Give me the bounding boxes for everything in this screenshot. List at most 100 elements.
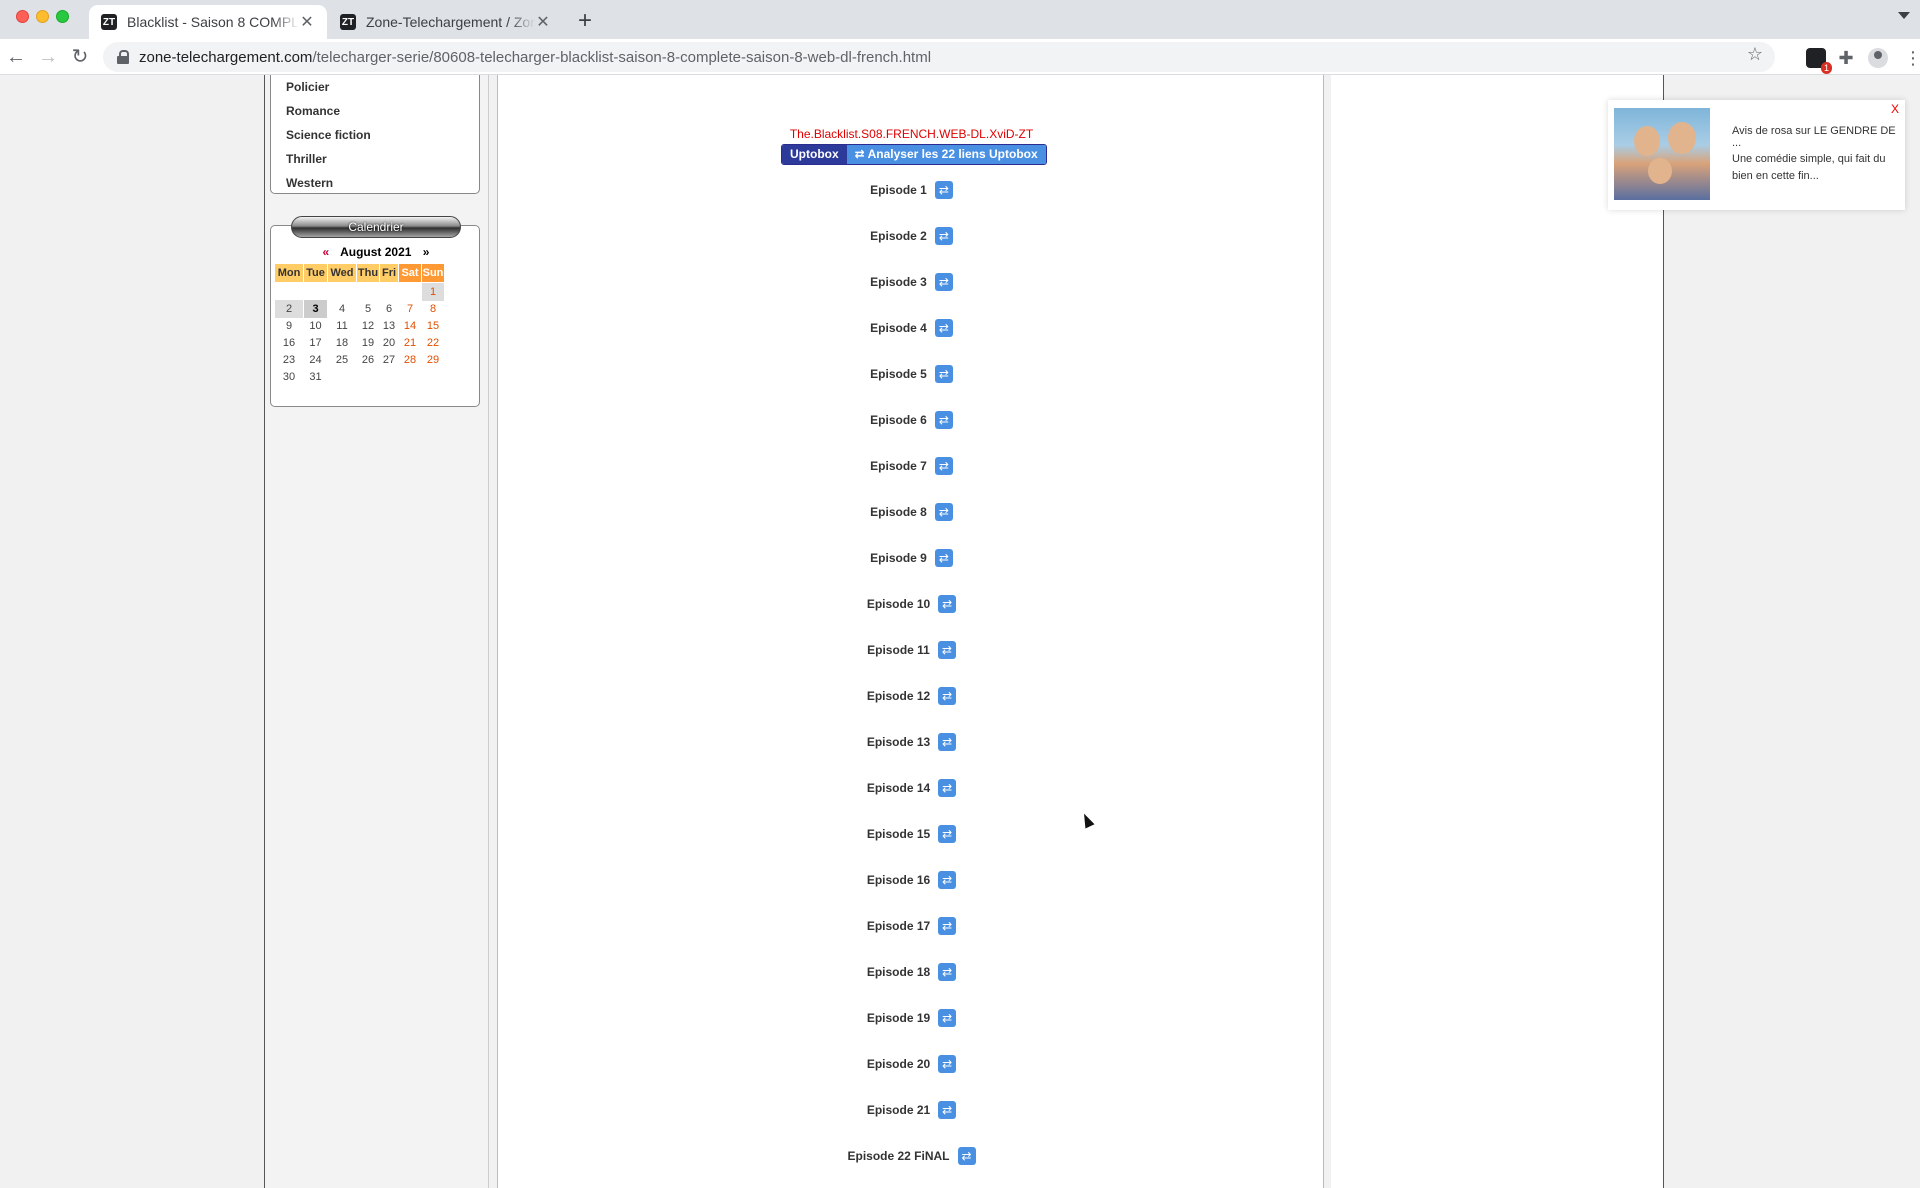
close-notification-button[interactable]: X (1891, 102, 1899, 116)
address-bar[interactable]: zone-telechargement.com/telecharger-seri… (103, 42, 1775, 72)
episode-link[interactable]: Episode 19 (867, 1011, 930, 1025)
link-checker-icon[interactable]: ⇄ (938, 963, 957, 981)
calendar-day[interactable]: 16 (275, 334, 303, 352)
link-checker-icon[interactable]: ⇄ (938, 733, 957, 751)
review-notification[interactable]: X Avis de rosa sur LE GENDRE DE ... Une … (1608, 100, 1905, 210)
ublock-extension-icon[interactable]: 1 (1806, 48, 1832, 74)
episode-link[interactable]: Episode 22 FiNAL (847, 1149, 949, 1163)
link-checker-icon[interactable]: ⇄ (938, 595, 957, 613)
calendar-day[interactable]: 15 (422, 317, 444, 335)
reload-icon[interactable]: ↻ (68, 45, 92, 69)
link-checker-icon[interactable]: ⇄ (934, 181, 953, 199)
link-checker-icon[interactable]: ⇄ (934, 227, 953, 245)
episode-link[interactable]: Episode 20 (867, 1057, 930, 1071)
episode-link[interactable]: Episode 17 (867, 919, 930, 933)
calendar-day[interactable]: 13 (380, 317, 398, 335)
link-checker-icon[interactable]: ⇄ (938, 687, 957, 705)
calendar-day[interactable]: 1 (422, 283, 444, 301)
episode-link[interactable]: Episode 9 (870, 551, 927, 565)
extensions-puzzle-icon[interactable]: ✚ (1836, 48, 1856, 68)
calendar-day[interactable]: 11 (328, 317, 356, 335)
category-link-romance[interactable]: Romance (286, 104, 340, 118)
link-checker-icon[interactable]: ⇄ (934, 503, 953, 521)
link-checker-icon[interactable]: ⇄ (938, 871, 957, 889)
calendar-day[interactable]: 22 (422, 334, 444, 352)
close-tab-icon[interactable]: ✕ (299, 12, 315, 32)
episode-link[interactable]: Episode 18 (867, 965, 930, 979)
tab-zone-telechargement[interactable]: ZT Zone-Telechargement / Zone-A ✕ (328, 5, 563, 39)
calendar-day[interactable]: 7 (399, 300, 421, 318)
episode-link[interactable]: Episode 4 (870, 321, 927, 335)
link-checker-icon[interactable]: ⇄ (957, 1147, 976, 1165)
episode-link[interactable]: Episode 10 (867, 597, 930, 611)
calendar-next-button[interactable]: » (423, 245, 430, 259)
episode-link[interactable]: Episode 1 (870, 183, 927, 197)
calendar-day[interactable]: 29 (422, 351, 444, 369)
link-checker-icon[interactable]: ⇄ (938, 917, 957, 935)
episode-link[interactable]: Episode 13 (867, 735, 930, 749)
episode-link[interactable]: Episode 5 (870, 367, 927, 381)
link-checker-icon[interactable]: ⇄ (938, 1009, 957, 1027)
episode-link[interactable]: Episode 21 (867, 1103, 930, 1117)
episode-link[interactable]: Episode 11 (867, 643, 930, 657)
calendar-day[interactable]: 6 (380, 300, 398, 318)
forward-arrow-icon[interactable]: → (36, 45, 60, 69)
calendar-day[interactable]: 31 (304, 368, 327, 386)
bookmark-star-icon[interactable]: ☆ (1747, 44, 1763, 65)
tab-blacklist[interactable]: ZT Blacklist - Saison 8 COMPLETE ✕ (89, 5, 327, 39)
link-checker-icon[interactable]: ⇄ (938, 1101, 957, 1119)
calendar-day[interactable]: 18 (328, 334, 356, 352)
close-window-button[interactable] (16, 10, 29, 23)
close-tab-icon[interactable]: ✕ (535, 12, 551, 32)
episode-link[interactable]: Episode 7 (870, 459, 927, 473)
browser-menu-icon[interactable]: ⋮ (1904, 48, 1920, 68)
link-checker-icon[interactable]: ⇄ (934, 319, 953, 337)
episode-link[interactable]: Episode 3 (870, 275, 927, 289)
link-checker-icon[interactable]: ⇄ (934, 411, 953, 429)
calendar-day[interactable]: 23 (275, 351, 303, 369)
calendar-day[interactable]: 8 (422, 300, 444, 318)
new-tab-button[interactable]: + (578, 7, 592, 35)
calendar-day[interactable]: 27 (380, 351, 398, 369)
calendar-day[interactable]: 4 (328, 300, 356, 318)
calendar-day[interactable]: 10 (304, 317, 327, 335)
episode-link[interactable]: Episode 16 (867, 873, 930, 887)
calendar-day[interactable]: 14 (399, 317, 421, 335)
category-link-western[interactable]: Western (286, 176, 333, 190)
link-checker-icon[interactable]: ⇄ (938, 1055, 957, 1073)
back-arrow-icon[interactable]: ← (4, 45, 28, 69)
category-link-policier[interactable]: Policier (286, 80, 329, 94)
profile-avatar-icon[interactable] (1868, 48, 1888, 68)
calendar-day[interactable]: 20 (380, 334, 398, 352)
link-checker-icon[interactable]: ⇄ (934, 365, 953, 383)
link-checker-icon[interactable]: ⇄ (934, 549, 953, 567)
link-checker-icon[interactable]: ⇄ (934, 457, 953, 475)
link-checker-icon[interactable]: ⇄ (934, 273, 953, 291)
link-checker-icon[interactable]: ⇄ (938, 779, 957, 797)
minimize-window-button[interactable] (36, 10, 49, 23)
episode-link[interactable]: Episode 2 (870, 229, 927, 243)
tab-search-icon[interactable] (1898, 12, 1910, 19)
category-link-thriller[interactable]: Thriller (286, 152, 327, 166)
calendar-day[interactable]: 21 (399, 334, 421, 352)
analyze-links-button[interactable]: ⇄ Analyser les 22 liens Uptobox (846, 145, 1046, 164)
calendar-day[interactable]: 3 (304, 300, 327, 318)
episode-link[interactable]: Episode 8 (870, 505, 927, 519)
calendar-day[interactable]: 12 (357, 317, 379, 335)
calendar-day[interactable]: 30 (275, 368, 303, 386)
episode-link[interactable]: Episode 12 (867, 689, 930, 703)
calendar-prev-button[interactable]: « (323, 245, 330, 259)
episode-link[interactable]: Episode 6 (870, 413, 927, 427)
maximize-window-button[interactable] (56, 10, 69, 23)
calendar-day[interactable]: 17 (304, 334, 327, 352)
calendar-day[interactable]: 28 (399, 351, 421, 369)
calendar-day[interactable]: 25 (328, 351, 356, 369)
calendar-day[interactable]: 19 (357, 334, 379, 352)
calendar-day[interactable]: 5 (357, 300, 379, 318)
calendar-day[interactable]: 2 (275, 300, 303, 318)
calendar-day[interactable]: 9 (275, 317, 303, 335)
calendar-day[interactable]: 26 (357, 351, 379, 369)
episode-link[interactable]: Episode 14 (867, 781, 930, 795)
calendar-day[interactable]: 24 (304, 351, 327, 369)
link-checker-icon[interactable]: ⇄ (938, 825, 957, 843)
